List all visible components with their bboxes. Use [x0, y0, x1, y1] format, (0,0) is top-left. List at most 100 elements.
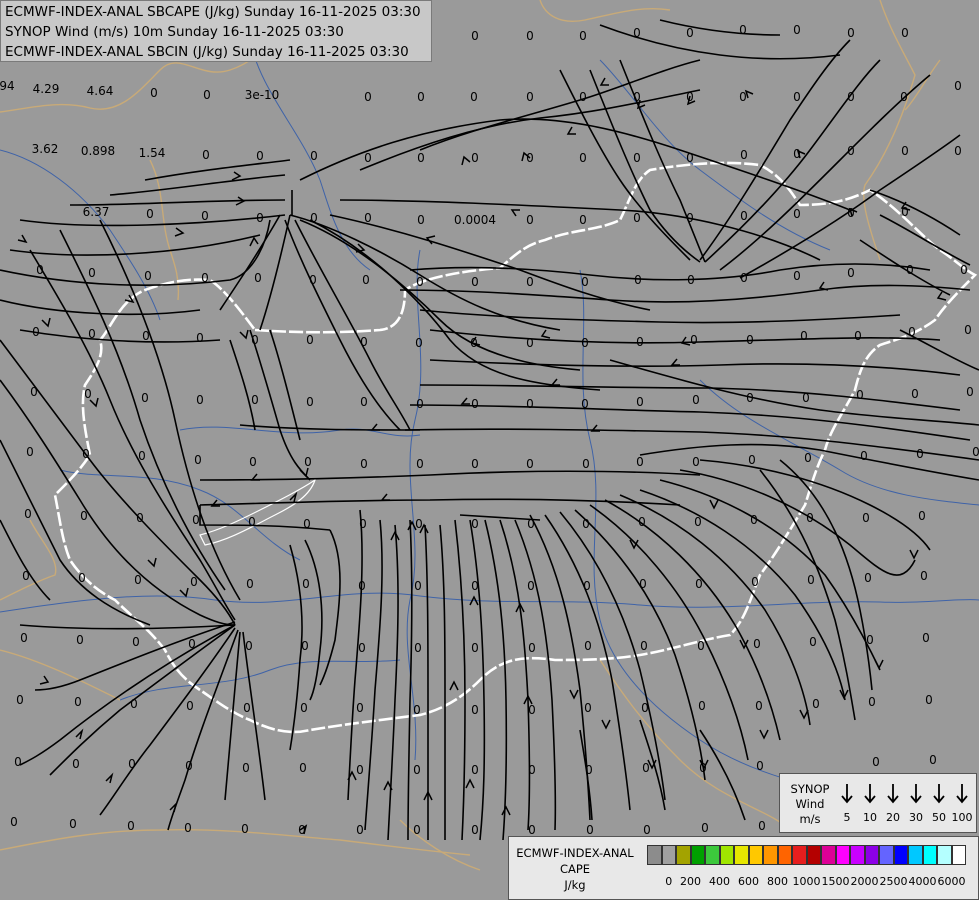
map-value-label: 0 [641, 701, 649, 715]
map-value-label: 0 [692, 393, 700, 407]
map-value-label: 0 [30, 385, 38, 399]
map-value-label: 0 [360, 457, 368, 471]
map-value-label: 0 [299, 761, 307, 775]
map-value-label: 0 [800, 329, 808, 343]
wind-legend: SYNOP Wind m/s 5 10 20 30 50 100 [779, 773, 977, 833]
map-value-label: 0 [698, 699, 706, 713]
map-value-label: 0 [528, 823, 536, 837]
map-value-label: 0 [356, 763, 364, 777]
map-value-label: 0 [184, 821, 192, 835]
map-value-label: 0 [793, 147, 801, 161]
map-value-label: 0 [755, 699, 763, 713]
map-value-label: 0 [528, 703, 536, 717]
map-value-label: 0 [739, 90, 747, 104]
map-value-label: 0 [414, 641, 422, 655]
map-value-label: 0 [847, 266, 855, 280]
map-value-label: 0 [750, 513, 758, 527]
map-value-label: 0 [243, 701, 251, 715]
map-value-label: 0 [132, 635, 140, 649]
map-value-label: 0 [636, 455, 644, 469]
map-canvas: 94 4.29 4.64 0 0 3e-10 0 0 0 0 0 0 0 0 0 0 0 0 0 0 0 0 0 0 0 0 0 0 0… [0, 0, 979, 900]
map-value-label: 0 [585, 763, 593, 777]
map-value-label: 0 [196, 331, 204, 345]
wind-legend-value: 50 [932, 811, 946, 824]
wind-legend-value: 5 [843, 811, 851, 824]
map-value-label: 0 [854, 329, 862, 343]
cape-color-swatch [806, 845, 821, 865]
map-value-label: 0 [246, 577, 254, 591]
map-value-label: 0 [758, 819, 766, 833]
map-value-label: 0 [304, 455, 312, 469]
map-value-label: 0 [201, 209, 209, 223]
cape-tick-label: 600 [738, 875, 759, 888]
map-value-label: 0 [860, 449, 868, 463]
map-value-label: 0 [584, 701, 592, 715]
map-value-label: 0 [471, 641, 479, 655]
cape-color-swatch [777, 845, 792, 865]
map-value-label: 0 [136, 511, 144, 525]
map-value-label: 0 [303, 517, 311, 531]
wind-legend-value: 20 [886, 811, 900, 824]
map-value-label: 0 [527, 517, 535, 531]
cape-tick-label: 200 [680, 875, 701, 888]
map-value-label: 0 [640, 639, 648, 653]
map-value-label: 0 [526, 336, 534, 350]
map-value-label: 0 [528, 763, 536, 777]
map-value-label: 0 [471, 275, 479, 289]
map-value-label: 0 [690, 333, 698, 347]
cape-legend-line-3: J/kg [564, 878, 586, 892]
map-value-label: 0 [242, 761, 250, 775]
map-value-label: 0 [856, 388, 864, 402]
map-value-label: 0 [901, 144, 909, 158]
map-value-label: 0 [84, 387, 92, 401]
wind-legend-value: 100 [951, 811, 973, 824]
map-value-label: 0 [134, 573, 142, 587]
map-value-label: 0 [636, 335, 644, 349]
map-title-box: ECMWF-INDEX-ANAL SBCAPE (J/kg) Sunday 16… [0, 0, 432, 62]
map-value-label: 0 [526, 90, 534, 104]
cape-color-swatch [676, 845, 691, 865]
map-value-label: 0 [694, 515, 702, 529]
cape-color-swatch [922, 845, 937, 865]
cape-color-swatch [690, 845, 705, 865]
cape-color-swatch [893, 845, 908, 865]
map-value-label: 0 [415, 517, 423, 531]
map-value-label: 0 [69, 817, 77, 831]
map-value-label: 0 [150, 86, 158, 100]
map-value-label: 0 [251, 393, 259, 407]
cape-tick-label: 4000 [908, 875, 937, 888]
map-value-label: 0 [966, 385, 974, 399]
map-value-label: 0 [471, 397, 479, 411]
wind-arrow-icon [905, 782, 927, 810]
cape-color-scale [647, 845, 966, 865]
map-value-label: 0 [699, 761, 707, 775]
cape-color-swatch [763, 845, 778, 865]
map-value-label: 0 [581, 275, 589, 289]
cape-tick-label: 1000 [792, 875, 821, 888]
map-value-label: 1.54 [139, 146, 166, 160]
map-value-label: 0 [695, 577, 703, 591]
map-background [0, 0, 979, 900]
map-value-label: 0 [642, 761, 650, 775]
cape-color-swatch [748, 845, 763, 865]
map-value-label: 0 [130, 697, 138, 711]
cape-color-swatch [951, 845, 966, 865]
cape-color-swatch [661, 845, 676, 865]
map-value-label: 0 [847, 206, 855, 220]
map-value-label: 0 [866, 633, 874, 647]
wind-legend-line-2: Wind [795, 797, 825, 811]
map-value-label: 0 [579, 29, 587, 43]
map-value-label: 0 [864, 571, 872, 585]
map-value-label: 6.37 [83, 205, 110, 219]
map-value-label: 0 [582, 457, 590, 471]
map-value-label: 94 [0, 79, 15, 93]
map-value-label: 0 [362, 273, 370, 287]
map-value-label: 0 [203, 88, 211, 102]
wind-arrow-icon [951, 782, 973, 810]
map-value-label: 0 [32, 325, 40, 339]
map-value-label: 0 [526, 151, 534, 165]
map-value-label: 0 [20, 631, 28, 645]
wind-legend-line-3: m/s [799, 812, 821, 826]
map-value-label: 0 [359, 517, 367, 531]
wind-legend-value: 30 [909, 811, 923, 824]
